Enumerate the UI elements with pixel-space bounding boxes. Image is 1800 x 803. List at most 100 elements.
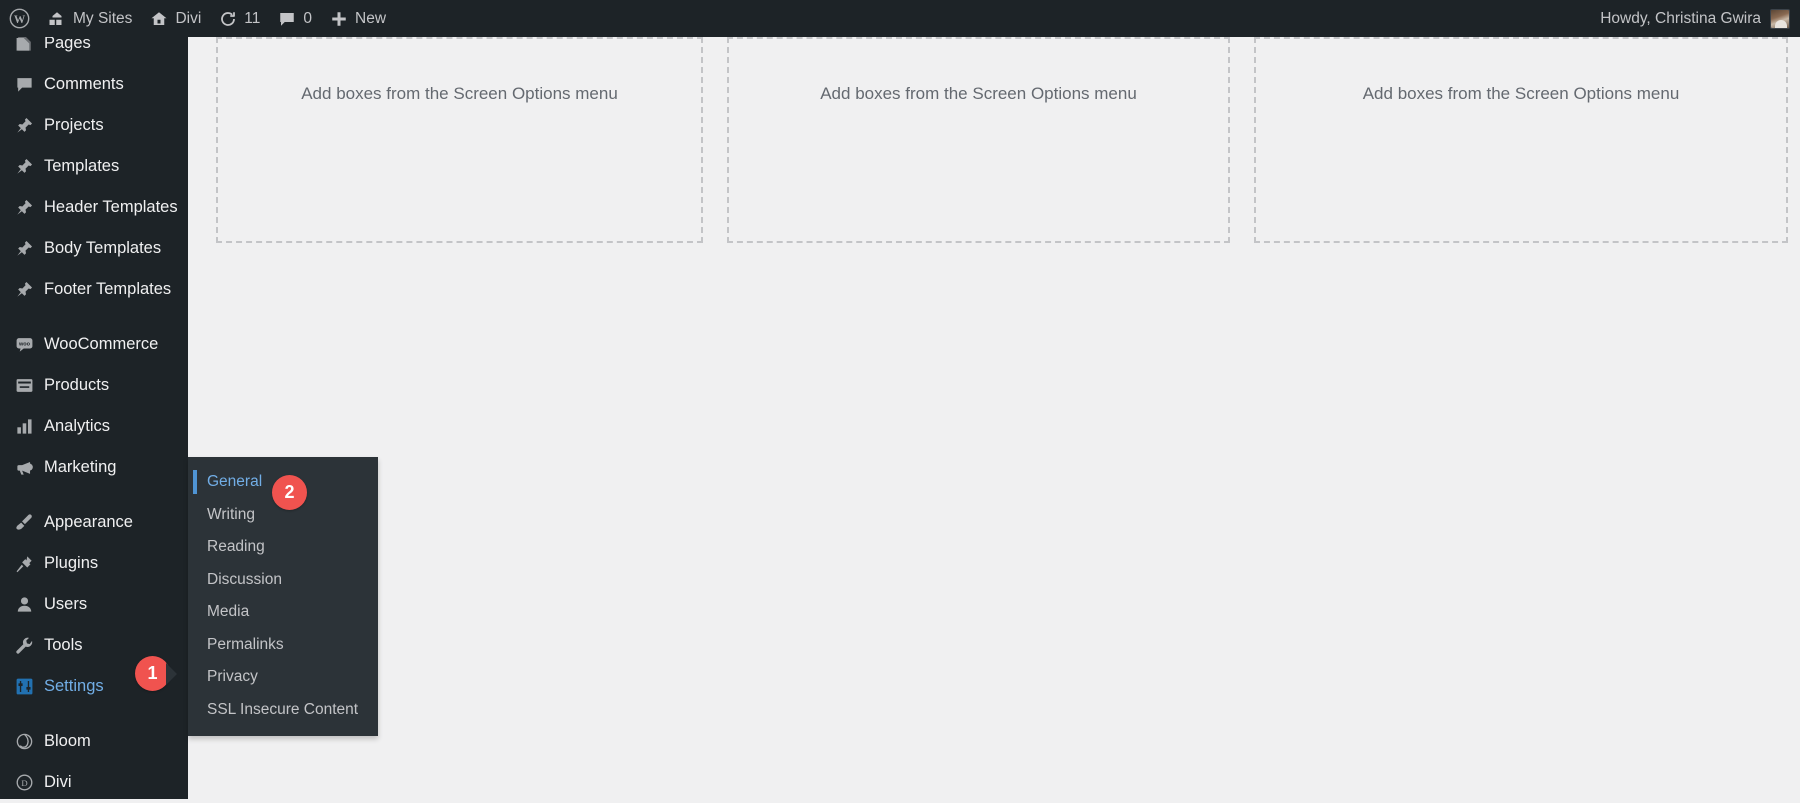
user-icon xyxy=(10,595,38,614)
my-sites-icon xyxy=(48,10,66,28)
wordpress-logo-menu[interactable]: W xyxy=(0,0,39,37)
site-name-label: Divi xyxy=(175,9,202,27)
site-name-menu[interactable]: Divi xyxy=(141,0,210,37)
callout-badge-1: 1 xyxy=(135,656,177,691)
plus-icon xyxy=(330,10,348,28)
submenu-item-label: General xyxy=(207,473,263,491)
sidebar-item-label: Footer Templates xyxy=(44,280,172,298)
empty-widget-message: Add boxes from the Screen Options menu xyxy=(820,84,1137,103)
megaphone-icon xyxy=(10,458,38,477)
comments-icon xyxy=(10,75,38,94)
submenu-item-label: Media xyxy=(207,603,250,621)
sidebar-separator xyxy=(0,707,188,721)
sidebar-item-users[interactable]: Users xyxy=(0,584,188,625)
pin-icon xyxy=(10,280,38,299)
sidebar-item-woocommerce[interactable]: woo WooCommerce xyxy=(0,324,188,365)
svg-text:W: W xyxy=(14,14,26,26)
svg-text:D: D xyxy=(21,778,27,788)
sidebar-item-label: WooCommerce xyxy=(44,335,159,353)
sidebar-item-label: Divi xyxy=(44,773,72,791)
comments-count: 0 xyxy=(303,9,312,27)
bloom-icon xyxy=(10,732,38,751)
sidebar-item-templates[interactable]: Templates xyxy=(0,146,188,187)
bar-chart-icon xyxy=(10,417,38,436)
pin-icon xyxy=(10,198,38,217)
callout-badge-2-number: 2 xyxy=(284,482,295,502)
sidebar-separator xyxy=(0,488,188,502)
wrench-icon xyxy=(10,636,38,655)
submenu-item-label: Permalinks xyxy=(207,635,284,653)
my-sites-label: My Sites xyxy=(73,9,133,27)
sidebar-item-label: Tools xyxy=(44,636,83,654)
submenu-item-privacy[interactable]: Privacy xyxy=(188,661,378,694)
submenu-item-discussion[interactable]: Discussion xyxy=(188,564,378,597)
submenu-item-label: Privacy xyxy=(207,668,258,686)
submenu-item-permalinks[interactable]: Permalinks xyxy=(188,629,378,662)
sidebar-item-label: Header Templates xyxy=(44,198,178,216)
sidebar-item-label: Marketing xyxy=(44,458,117,476)
howdy-greeting[interactable]: Howdy, Christina Gwira xyxy=(1600,10,1761,28)
main-content-area: Add boxes from the Screen Options menu A… xyxy=(188,37,1800,799)
submenu-item-ssl-insecure-content[interactable]: SSL Insecure Content xyxy=(188,694,378,727)
sidebar-item-label: Settings xyxy=(44,677,104,695)
callout-badge-1-number: 1 xyxy=(147,663,158,683)
sidebar-item-label: Analytics xyxy=(44,417,111,435)
sidebar-item-body-templates[interactable]: Body Templates xyxy=(0,228,188,269)
submenu-item-label: Discussion xyxy=(207,570,282,588)
admin-bar: W My Sites Divi 11 0 New Howdy, Christin… xyxy=(0,0,1800,37)
new-content-menu[interactable]: New xyxy=(321,0,395,37)
sidebar-item-products[interactable]: Products xyxy=(0,365,188,406)
submenu-item-label: Writing xyxy=(207,505,255,523)
sidebar-item-comments[interactable]: Comments xyxy=(0,64,188,105)
plug-icon xyxy=(10,554,38,573)
new-content-label: New xyxy=(355,9,387,27)
svg-text:woo: woo xyxy=(17,342,30,348)
submenu-item-label: Reading xyxy=(207,538,265,556)
my-sites-menu[interactable]: My Sites xyxy=(39,0,141,37)
woocommerce-icon: woo xyxy=(10,335,38,354)
sidebar-item-label: Body Templates xyxy=(44,239,162,257)
sidebar-item-label: Comments xyxy=(44,75,124,93)
dashboard-widget-columns: Add boxes from the Screen Options menu A… xyxy=(188,37,1800,243)
sidebar-item-label: Templates xyxy=(44,157,120,175)
sidebar-item-appearance[interactable]: Appearance xyxy=(0,502,188,543)
empty-widget-dropzone[interactable]: Add boxes from the Screen Options menu xyxy=(1254,37,1788,243)
empty-widget-message: Add boxes from the Screen Options menu xyxy=(301,84,618,103)
sidebar-item-divi[interactable]: D Divi xyxy=(0,762,188,803)
comments-menu[interactable]: 0 xyxy=(269,0,321,37)
empty-widget-dropzone[interactable]: Add boxes from the Screen Options menu xyxy=(216,37,703,243)
sidebar-item-label: Projects xyxy=(44,116,104,134)
dashboard-column-2: Add boxes from the Screen Options menu xyxy=(715,37,1242,243)
submenu-item-label: SSL Insecure Content xyxy=(207,700,359,718)
sidebar-item-bloom[interactable]: Bloom xyxy=(0,721,188,762)
sidebar-item-marketing[interactable]: Marketing xyxy=(0,447,188,488)
empty-widget-message: Add boxes from the Screen Options menu xyxy=(1362,84,1680,103)
updates-menu[interactable]: 11 xyxy=(210,0,269,37)
comments-bubble-icon xyxy=(278,10,296,28)
pin-icon xyxy=(10,116,38,135)
admin-bar-right: Howdy, Christina Gwira xyxy=(1600,0,1800,37)
sidebar-item-label: Bloom xyxy=(44,732,91,750)
sidebar-item-plugins[interactable]: Plugins xyxy=(0,543,188,584)
sidebar-item-label: Users xyxy=(44,595,88,613)
paintbrush-icon xyxy=(10,513,38,532)
sidebar-item-analytics[interactable]: Analytics xyxy=(0,406,188,447)
products-box-icon xyxy=(10,376,38,395)
avatar[interactable] xyxy=(1770,8,1790,29)
sidebar-item-header-templates[interactable]: Header Templates xyxy=(0,187,188,228)
settings-sliders-icon xyxy=(10,677,38,696)
empty-widget-dropzone[interactable]: Add boxes from the Screen Options menu xyxy=(727,37,1230,243)
sidebar-item-projects[interactable]: Projects xyxy=(0,105,188,146)
updates-count: 11 xyxy=(244,9,261,27)
wordpress-logo-icon: W xyxy=(9,8,30,29)
sidebar-item-label: Products xyxy=(44,376,110,394)
sidebar-item-footer-templates[interactable]: Footer Templates xyxy=(0,269,188,310)
site-home-icon xyxy=(150,10,168,28)
submenu-item-media[interactable]: Media xyxy=(188,596,378,629)
updates-icon xyxy=(219,10,237,28)
dashboard-column-1: Add boxes from the Screen Options menu xyxy=(188,37,715,243)
submenu-item-reading[interactable]: Reading xyxy=(188,531,378,564)
pin-icon xyxy=(10,239,38,258)
divi-circle-icon: D xyxy=(10,773,38,792)
dashboard-column-3: Add boxes from the Screen Options menu xyxy=(1242,37,1800,243)
